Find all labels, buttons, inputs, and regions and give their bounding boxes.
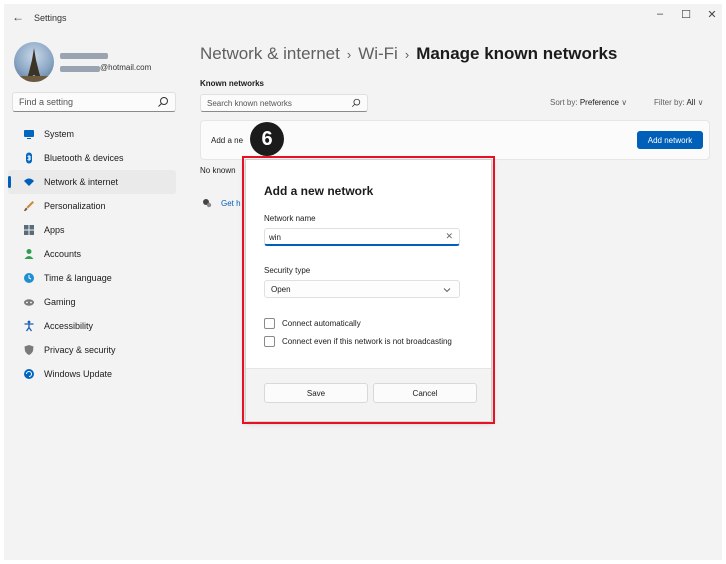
brush-icon [22, 199, 36, 213]
avatar[interactable] [14, 42, 54, 82]
search-icon [158, 97, 168, 107]
close-button[interactable]: ✕ [700, 8, 722, 21]
person-icon [22, 247, 36, 261]
sidebar-item-label: Accounts [44, 249, 82, 259]
sidebar-item-accounts[interactable]: Accounts [8, 242, 176, 266]
search-icon [351, 98, 361, 108]
page-title: Manage known networks [416, 44, 618, 63]
sidebar-item-system[interactable]: System [8, 122, 176, 146]
find-setting-box[interactable] [12, 92, 176, 112]
profile-email-redacted [60, 66, 100, 72]
sidebar-item-label: Apps [44, 225, 65, 235]
sidebar-item-time-language[interactable]: Time & language [8, 266, 176, 290]
chevron-down-icon: ∨ [621, 98, 628, 107]
active-indicator [8, 176, 11, 188]
back-button[interactable]: ← [12, 10, 24, 24]
get-help-link[interactable]: Get h [202, 198, 241, 208]
breadcrumb-network-internet[interactable]: Network & internet [200, 44, 340, 63]
help-icon [203, 199, 212, 208]
minimize-button[interactable]: – [648, 8, 672, 20]
update-icon [22, 367, 36, 381]
breadcrumb-wifi[interactable]: Wi-Fi [358, 44, 398, 63]
wifi-icon [22, 175, 36, 189]
sidebar-item-network-internet[interactable]: Network & internet [8, 170, 176, 194]
settings-window: ← Settings – ☐ ✕ @hotmail.com System [4, 4, 722, 560]
shield-icon [22, 343, 36, 357]
globe-clock-icon [22, 271, 36, 285]
sidebar-item-personalization[interactable]: Personalization [8, 194, 176, 218]
sidebar-item-label: Privacy & security [44, 345, 116, 355]
sort-dropdown[interactable]: Sort by: Preference ∨ [550, 98, 627, 107]
title-bar: ← Settings – ☐ ✕ [4, 4, 722, 34]
chevron-down-icon: ∨ [697, 98, 704, 107]
filter-value: All [686, 98, 696, 107]
no-known-networks-text: No known [200, 166, 236, 175]
accessibility-icon [22, 319, 36, 333]
sidebar-item-label: Accessibility [44, 321, 94, 331]
breadcrumb-separator: › [404, 47, 410, 62]
filter-dropdown[interactable]: Filter by: All ∨ [654, 98, 703, 107]
known-networks-search-box[interactable] [200, 94, 368, 112]
sidebar-item-apps[interactable]: Apps [8, 218, 176, 242]
sort-value: Preference [579, 98, 619, 107]
find-setting-input[interactable] [19, 95, 149, 109]
sidebar-item-label: Windows Update [44, 369, 113, 379]
sort-label: Sort by: [550, 98, 578, 107]
sidebar-item-privacy-security[interactable]: Privacy & security [8, 338, 176, 362]
apps-icon [22, 223, 36, 237]
sidebar-item-gaming[interactable]: Gaming [8, 290, 176, 314]
profile-email: @hotmail.com [100, 63, 152, 72]
bluetooth-icon [22, 151, 36, 165]
get-help-label: Get h [221, 198, 241, 208]
gamepad-icon [22, 295, 36, 309]
sidebar-item-label: Time & language [44, 273, 112, 283]
monitor-icon [22, 127, 36, 141]
eiffel-tower-icon [14, 48, 54, 82]
sidebar-item-label: Gaming [44, 297, 76, 307]
add-network-button[interactable]: Add network [637, 131, 703, 149]
filter-label: Filter by: [654, 98, 685, 107]
highlight-frame [242, 156, 495, 424]
profile-name-redacted [60, 53, 108, 59]
sidebar-item-windows-update[interactable]: Windows Update [8, 362, 176, 386]
maximize-button[interactable]: ☐ [674, 8, 698, 21]
step-badge: 6 [250, 122, 284, 156]
sidebar-item-label: Bluetooth & devices [44, 153, 124, 163]
sidebar-nav: System Bluetooth & devices Network & int… [4, 122, 184, 386]
sidebar-item-bluetooth-devices[interactable]: Bluetooth & devices [8, 146, 176, 170]
known-networks-search-input[interactable] [207, 97, 337, 109]
known-networks-heading: Known networks [200, 79, 265, 88]
breadcrumb: Network & internet › Wi-Fi › Manage known ne… [200, 44, 617, 64]
sidebar-item-accessibility[interactable]: Accessibility [8, 314, 176, 338]
breadcrumb-separator: › [346, 47, 352, 62]
app-title: Settings [34, 13, 67, 23]
sidebar-item-label: Personalization [44, 201, 106, 211]
add-network-label: Add a ne [211, 136, 244, 145]
sidebar-item-label: System [44, 129, 75, 139]
sidebar-item-label: Network & internet [44, 177, 119, 187]
